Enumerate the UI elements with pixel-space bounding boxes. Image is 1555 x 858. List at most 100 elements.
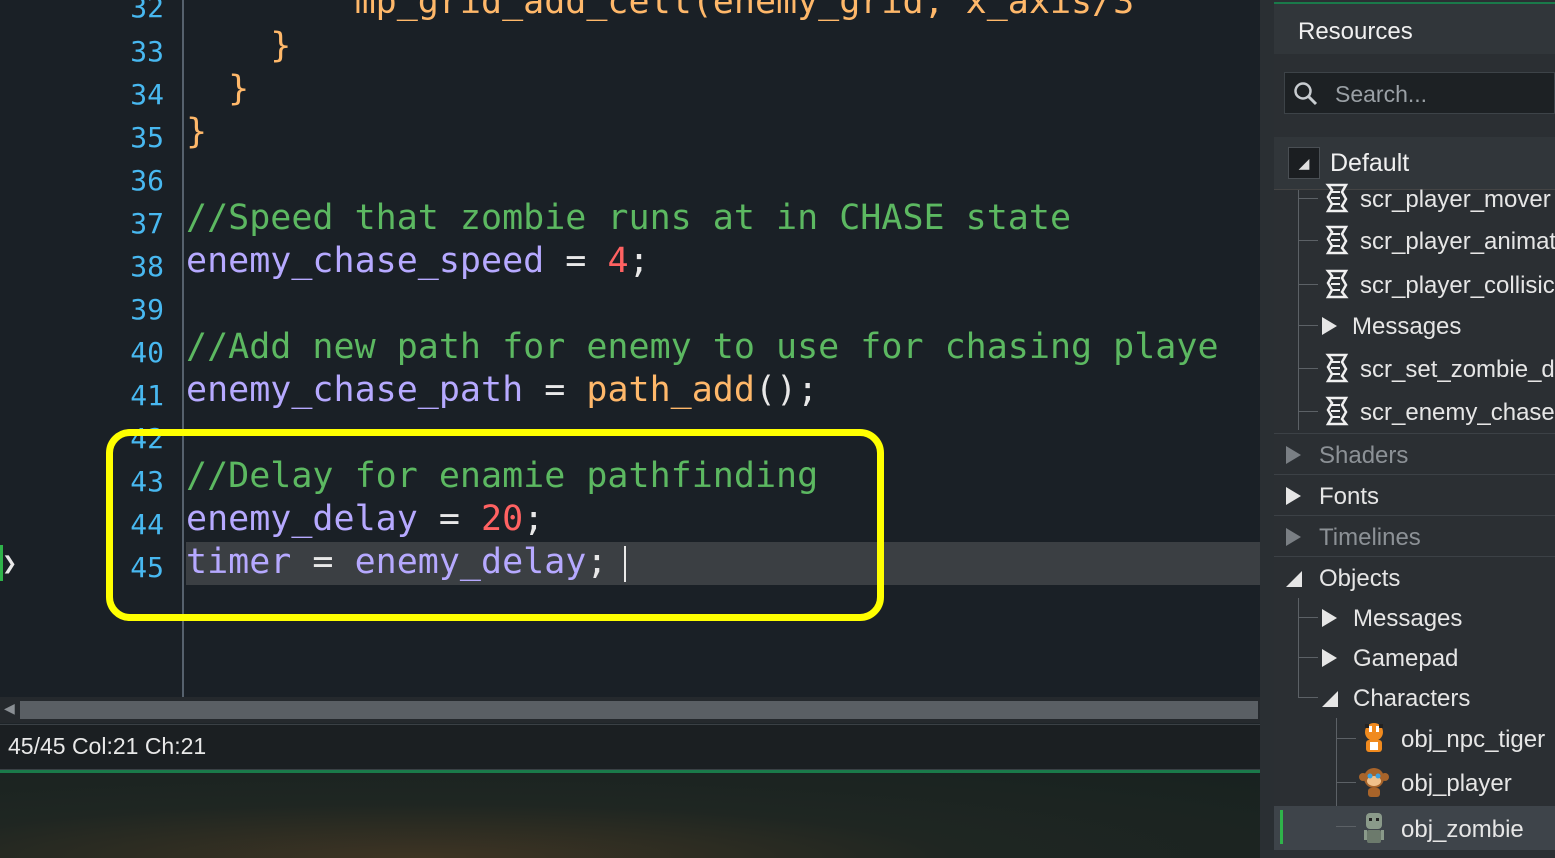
tree-folder-gamepad[interactable]: Gamepad — [1274, 637, 1555, 677]
script-icon — [1325, 353, 1349, 383]
code-line[interactable]: } — [186, 111, 207, 154]
tree-branch-line — [1298, 411, 1318, 412]
expand-arrow-icon[interactable] — [1286, 487, 1301, 505]
tree-section-timelines[interactable]: Timelines — [1274, 515, 1555, 556]
expand-arrow-icon[interactable] — [1286, 446, 1301, 464]
section-label: Shaders — [1319, 442, 1409, 469]
line-number: 35 — [130, 121, 164, 154]
code-token: //Add new path for enemy to use for chas… — [186, 327, 1219, 367]
tree-folder-messages[interactable]: Messages — [1274, 597, 1555, 637]
tree-section-objects[interactable]: Objects — [1274, 556, 1555, 597]
tree-item-label: scr_player_collisic — [1360, 272, 1555, 299]
collapse-arrow-icon[interactable] — [1322, 691, 1338, 707]
tree-item-object[interactable]: obj_player — [1274, 762, 1555, 802]
line-number: 41 — [130, 379, 164, 412]
code-line[interactable]: //Add new path for enemy to use for chas… — [186, 326, 1219, 369]
code-line[interactable]: enemy_chase_path = path_add(); — [186, 369, 818, 412]
code-line[interactable]: //Speed that zombie runs at in CHASE sta… — [186, 197, 1071, 240]
panel-splitter[interactable] — [1260, 0, 1274, 858]
code-token: (); — [754, 370, 819, 410]
code-token: = — [523, 370, 587, 410]
tree-branch-line — [1336, 738, 1356, 739]
tree-section-shaders[interactable]: Shaders — [1274, 433, 1555, 474]
collapse-arrow-icon[interactable] — [1286, 571, 1302, 587]
room-preview-background — [0, 773, 1260, 858]
tree-folder-messages[interactable]: Messages — [1274, 305, 1555, 345]
resource-search-box[interactable] — [1284, 72, 1555, 114]
tree-branch-line — [1298, 284, 1318, 285]
tree-branch-line — [1298, 368, 1318, 369]
tree-item-label: scr_player_animat — [1360, 228, 1555, 255]
tree-item-script[interactable]: scr_enemy_chase — [1274, 391, 1555, 431]
search-input[interactable] — [1333, 79, 1555, 109]
folder-label: Gamepad — [1353, 645, 1459, 672]
resources-panel: Resources ◢ Default scr_player_mover scr… — [1274, 0, 1555, 858]
folder-label: Messages — [1353, 605, 1463, 632]
tree-branch-line — [1298, 198, 1318, 199]
tree-branch-line — [1298, 697, 1318, 698]
code-token: enemy_chase_path — [186, 370, 524, 410]
tree-branch-line — [1298, 240, 1318, 241]
selection-indicator — [1280, 810, 1283, 844]
line-number: 34 — [130, 78, 164, 111]
code-line[interactable]: enemy_chase_speed = 4; — [186, 240, 650, 283]
line-number: 32 — [130, 0, 164, 24]
code-line[interactable]: } — [186, 68, 249, 111]
folder-label: Characters — [1353, 685, 1471, 712]
script-icon — [1325, 225, 1349, 255]
code-editor[interactable]: ❯ 32 33 34 35 36 37 38 39 40 41 42 43 44 45 mp_grid_a… — [0, 0, 1260, 697]
tree-item-script[interactable]: scr_set_zombie_d — [1274, 348, 1555, 388]
expand-arrow-icon[interactable] — [1322, 317, 1337, 335]
tree-item-label: Messages — [1352, 313, 1462, 340]
code-line[interactable]: } — [186, 25, 291, 68]
tree-item-label: scr_enemy_chase — [1360, 399, 1555, 426]
object-label: obj_zombie — [1401, 816, 1524, 843]
tree-folder-characters[interactable]: Characters — [1274, 677, 1555, 717]
group-expand-icon[interactable]: ◢ — [1288, 147, 1320, 179]
yellow-annotation-box — [106, 429, 884, 621]
code-token: enemy_chase_speed — [186, 241, 545, 281]
code-token: //Speed that zombie runs at in CHASE sta… — [186, 198, 1072, 238]
tree-branch-line — [1336, 826, 1356, 827]
object-label: obj_npc_tiger — [1401, 726, 1546, 753]
section-label: Objects — [1319, 565, 1401, 592]
tree-branch-line — [1336, 782, 1356, 783]
expand-arrow-icon[interactable] — [1286, 528, 1301, 546]
caret-marker-icon: ❯ — [2, 553, 18, 574]
resources-title: Resources — [1298, 18, 1413, 45]
tree-branch-line — [1298, 325, 1318, 326]
code-line[interactable]: mp_grid_add_cell(enemy_grid, x_axis/3 — [186, 0, 1135, 24]
tree-item-script[interactable]: scr_player_mover — [1274, 178, 1555, 218]
scroll-left-icon[interactable]: ◀ — [4, 701, 15, 717]
tree-branch-line — [1298, 657, 1318, 658]
zombie-sprite-icon — [1364, 813, 1384, 843]
script-icon — [1325, 183, 1349, 213]
code-token: path_add — [586, 370, 755, 410]
code-token: mp_grid_add_cell(enemy_grid, x_axis/3 — [186, 0, 1135, 22]
tree-item-label: scr_player_mover — [1360, 186, 1551, 213]
section-label: Timelines — [1319, 524, 1421, 551]
code-token: ; — [628, 241, 650, 281]
scrollbar-thumb[interactable] — [20, 701, 1258, 719]
code-token: 4 — [607, 241, 629, 281]
line-number: 33 — [130, 35, 164, 68]
line-number: 39 — [130, 293, 164, 326]
section-label: Fonts — [1319, 483, 1380, 510]
code-token: } — [186, 26, 292, 66]
tree-item-script[interactable]: scr_player_animat — [1274, 220, 1555, 260]
status-bar: 45/45 Col:21 Ch:21 — [0, 724, 1260, 770]
tree-item-label: scr_set_zombie_d — [1360, 356, 1555, 383]
tree-item-object-selected[interactable]: obj_zombie — [1274, 806, 1555, 850]
horizontal-scrollbar[interactable]: ◀ — [0, 697, 1260, 723]
line-number: 38 — [130, 250, 164, 283]
resources-header: Resources — [1274, 2, 1555, 54]
group-label: Default — [1330, 149, 1410, 177]
expand-arrow-icon[interactable] — [1322, 649, 1337, 667]
tree-section-fonts[interactable]: Fonts — [1274, 474, 1555, 515]
tiger-sprite-icon — [1365, 723, 1383, 752]
tree-item-object[interactable]: obj_npc_tiger — [1274, 718, 1555, 758]
expand-arrow-icon[interactable] — [1322, 609, 1337, 627]
script-icon — [1325, 396, 1349, 426]
tree-item-script[interactable]: scr_player_collisic — [1274, 264, 1555, 304]
code-token: } — [186, 112, 208, 152]
